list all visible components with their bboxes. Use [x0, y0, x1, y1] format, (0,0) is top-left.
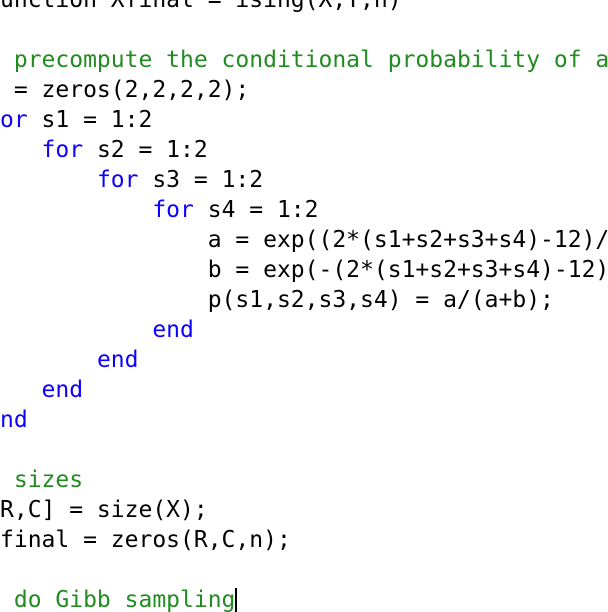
code-line: end: [0, 375, 84, 405]
code-line: b = exp(-(2*(s1+s2+s3+s4)-12)/T);: [0, 255, 608, 285]
keyword-for: for: [41, 137, 84, 163]
code-text: s1 = 1:2: [27, 107, 153, 133]
keyword-for: for: [152, 197, 194, 223]
keyword-end: nd: [0, 407, 28, 433]
keyword-end: end: [152, 317, 194, 343]
code-line: a = exp((2*(s1+s2+s3+s4)-12)/T);: [0, 225, 608, 255]
code-line: for s3 = 1:2: [0, 165, 263, 195]
text-cursor: [235, 588, 238, 612]
code-line: = zeros(2,2,2,2);: [0, 75, 249, 105]
code-line: final = zeros(R,C,n);: [0, 525, 291, 555]
comment-line: do Gibb sampling: [0, 585, 238, 612]
comment-text: precompute the conditional probability o…: [0, 47, 608, 73]
code-line: or s1 = 1:2: [0, 105, 152, 135]
code-line: for s2 = 1:2: [0, 135, 208, 165]
code-line: nd: [0, 405, 28, 435]
code-text: a = exp((2*(s1+s2+s3+s4)-12)/T);: [0, 227, 608, 253]
code-text: s3 = 1:2: [138, 167, 264, 193]
code-line: p(s1,s2,s3,s4) = a/(a+b);: [0, 285, 554, 315]
code-editor[interactable]: unction Xfinal = ising(X,T,n) precompute…: [0, 0, 608, 612]
code-line: for s4 = 1:2: [0, 195, 319, 225]
code-text: = zeros(2,2,2,2);: [0, 77, 250, 103]
code-text: p(s1,s2,s3,s4) = a/(a+b);: [0, 287, 554, 313]
code-line: unction Xfinal = ising(X,T,n): [0, 0, 402, 15]
code-text: final = zeros(R,C,n);: [0, 527, 291, 553]
code-text: b = exp(-(2*(s1+s2+s3+s4)-12)/T);: [0, 257, 608, 283]
code-text: s2 = 1:2: [83, 137, 208, 163]
keyword-end: end: [41, 377, 84, 403]
code-line: R,C] = size(X);: [0, 495, 208, 525]
keyword-end: end: [96, 347, 139, 373]
code-text: R,C] = size(X);: [0, 497, 208, 523]
code-text: unction Xfinal = ising(X,T,n): [0, 0, 402, 13]
keyword-for: or: [0, 107, 28, 133]
comment-line: sizes: [0, 465, 83, 495]
code-text: s4 = 1:2: [193, 197, 319, 223]
comment-line: precompute the conditional probability o…: [0, 45, 608, 75]
comment-text: sizes: [0, 467, 84, 493]
keyword-for: for: [96, 167, 139, 193]
code-line: end: [0, 345, 139, 375]
code-line: end: [0, 315, 194, 345]
comment-text: do Gibb sampling: [0, 587, 236, 612]
